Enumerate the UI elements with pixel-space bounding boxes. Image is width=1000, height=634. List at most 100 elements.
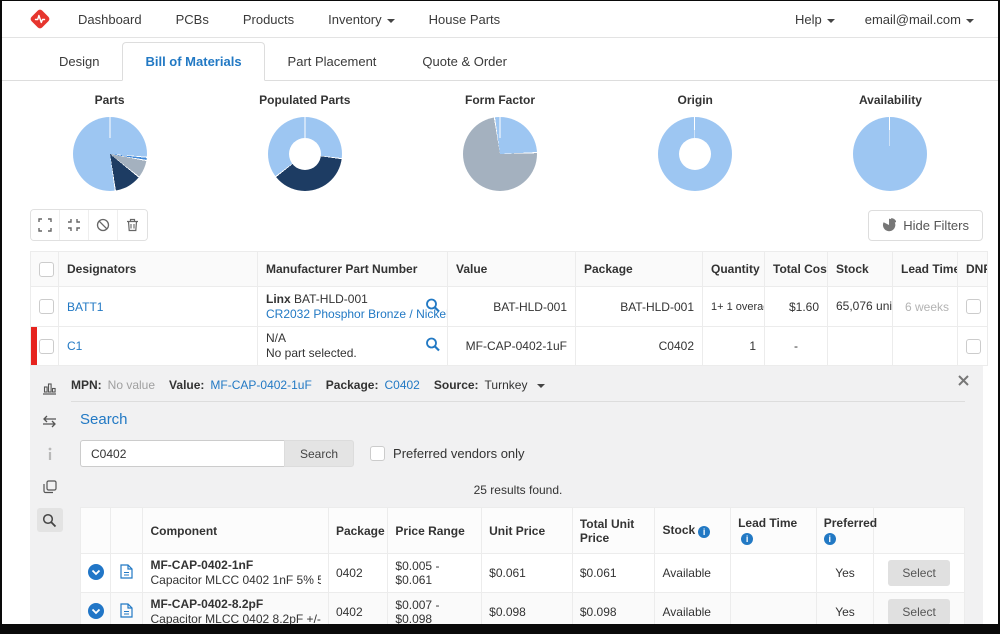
pie-chart-availability[interactable]	[853, 117, 927, 191]
component-name[interactable]: MF-CAP-0402-1nF	[150, 558, 320, 573]
col-unit-price: Unit Price	[482, 508, 573, 554]
trash-icon	[126, 218, 139, 232]
pie-chart-populated-parts[interactable]	[268, 117, 342, 191]
col-lead-time[interactable]: Lead Time	[893, 252, 958, 287]
pie-chart-form-factor[interactable]	[463, 117, 537, 191]
swap-part-icon[interactable]	[37, 409, 63, 433]
info-icon[interactable]: i	[741, 533, 753, 545]
help-menu[interactable]: Help	[795, 12, 835, 27]
part-search-icon[interactable]	[425, 337, 441, 356]
results-header-row: Component Package Price Range Unit Price…	[81, 508, 965, 554]
mpn-number: BAT-HLD-001	[294, 292, 368, 306]
expand-all-button[interactable]	[31, 210, 60, 240]
tab-quote-order[interactable]: Quote & Order	[399, 42, 530, 81]
pricing-chart-icon[interactable]	[37, 376, 63, 400]
col-designators[interactable]: Designators	[59, 252, 258, 287]
tab-part-placement[interactable]: Part Placement	[265, 42, 400, 81]
collapse-all-button[interactable]	[60, 210, 89, 240]
chart-title: Availability	[859, 93, 922, 107]
package-cell: C0402	[576, 327, 703, 366]
preferred-vendors-label: Preferred vendors only	[393, 446, 525, 461]
part-summary-line: MPN: No value Value: MF-CAP-0402-1uF Pac…	[71, 374, 965, 402]
select-part-button[interactable]: Select	[888, 560, 949, 586]
pie-chart-parts[interactable]	[73, 117, 147, 191]
caret-down-icon	[537, 384, 545, 388]
preferred-cell: Yes	[816, 593, 873, 625]
unit-price-cell: $0.061	[482, 554, 573, 593]
nav-item-inventory-label: Inventory	[328, 12, 381, 27]
row-checkbox[interactable]	[39, 299, 54, 314]
total-unit-price-cell: $0.098	[572, 593, 655, 625]
info-icon[interactable]	[37, 442, 63, 466]
select-all-checkbox[interactable]	[39, 262, 54, 277]
chart-title: Parts	[95, 93, 125, 107]
row-checkbox[interactable]	[39, 339, 54, 354]
dnp-button[interactable]	[89, 210, 118, 240]
mpn-value: No value	[108, 378, 155, 392]
delete-button[interactable]	[118, 210, 147, 240]
mpn-number: N/A	[266, 331, 286, 345]
bom-header-row: Designators Manufacturer Part Number Val…	[31, 252, 988, 287]
expand-icon	[38, 218, 52, 232]
nav-item-dashboard[interactable]: Dashboard	[78, 12, 142, 27]
bom-table: Designators Manufacturer Part Number Val…	[30, 251, 988, 366]
total-unit-price-cell: $0.061	[572, 554, 655, 593]
dnp-checkbox[interactable]	[966, 299, 981, 314]
value-link[interactable]: MF-CAP-0402-1uF	[210, 378, 311, 392]
col-quantity[interactable]: Quantity	[703, 252, 765, 287]
panel-icon-rail	[30, 366, 69, 624]
info-icon[interactable]: i	[698, 526, 710, 538]
nav-item-house-parts[interactable]: House Parts	[429, 12, 501, 27]
search-section-heading[interactable]: Search	[80, 411, 128, 428]
col-value[interactable]: Value	[448, 252, 576, 287]
expand-result-icon[interactable]	[88, 608, 104, 622]
source-value: Turnkey	[485, 378, 528, 392]
designator-link[interactable]: C1	[67, 339, 82, 353]
unit-price-cell: $0.098	[482, 593, 573, 625]
search-submit-button[interactable]: Search	[284, 440, 354, 467]
account-menu[interactable]: email@mail.com	[865, 12, 974, 27]
hide-filters-button[interactable]: Hide Filters	[868, 210, 983, 241]
nav-item-pcbs[interactable]: PCBs	[176, 12, 209, 27]
chart-title: Origin	[678, 93, 713, 107]
quantity-cell[interactable]: 1	[703, 327, 765, 366]
total-cost-cell: $1.60	[765, 287, 828, 327]
col-dnp[interactable]: DNP	[958, 252, 988, 287]
col-mpn[interactable]: Manufacturer Part Number	[258, 252, 448, 287]
part-search-icon[interactable]	[425, 297, 441, 316]
component-name[interactable]: MF-CAP-0402-8.2pF	[150, 597, 320, 612]
copy-part-icon[interactable]	[37, 475, 63, 499]
expand-result-icon[interactable]	[88, 569, 104, 583]
designator-link[interactable]: BATT1	[67, 300, 103, 314]
close-panel-icon[interactable]	[958, 374, 969, 389]
dnp-checkbox[interactable]	[966, 339, 981, 354]
pie-chart-origin[interactable]	[658, 117, 732, 191]
col-package[interactable]: Package	[576, 252, 703, 287]
tab-design[interactable]: Design	[36, 42, 122, 81]
nav-links: Dashboard PCBs Products Inventory House …	[78, 12, 500, 27]
select-part-button[interactable]: Select	[888, 599, 949, 624]
preferred-vendors-checkbox[interactable]	[370, 446, 385, 461]
nav-item-products[interactable]: Products	[243, 12, 294, 27]
search-tool-icon[interactable]	[37, 508, 63, 532]
col-total-cost[interactable]: Total Cost	[765, 252, 828, 287]
source-dropdown[interactable]: Turnkey	[485, 378, 546, 392]
stock-cell: Available	[655, 593, 731, 625]
caret-down-icon	[387, 19, 395, 23]
quantity-cell[interactable]: 1+ 1 overage	[703, 287, 765, 327]
brand-logo-icon[interactable]	[28, 7, 52, 31]
filter-charts: Parts Populated Parts Form Factor Origin…	[2, 81, 998, 197]
part-search-input[interactable]	[80, 440, 284, 467]
preferred-cell: Yes	[816, 554, 873, 593]
col-stock[interactable]: Stock	[828, 252, 893, 287]
package-label: Package:	[326, 378, 379, 392]
chart-populated-parts: Populated Parts	[207, 93, 402, 191]
mpn-description-link[interactable]: CR2032 Phosphor Bronze / Nickel Pla	[266, 307, 448, 321]
datasheet-icon[interactable]	[120, 607, 133, 621]
nav-item-inventory[interactable]: Inventory	[328, 12, 394, 27]
info-icon[interactable]: i	[824, 533, 836, 545]
datasheet-icon[interactable]	[120, 568, 133, 582]
package-link[interactable]: C0402	[384, 378, 419, 392]
tab-bill-of-materials[interactable]: Bill of Materials	[122, 42, 264, 81]
search-controls: Search Preferred vendors only	[80, 440, 965, 467]
